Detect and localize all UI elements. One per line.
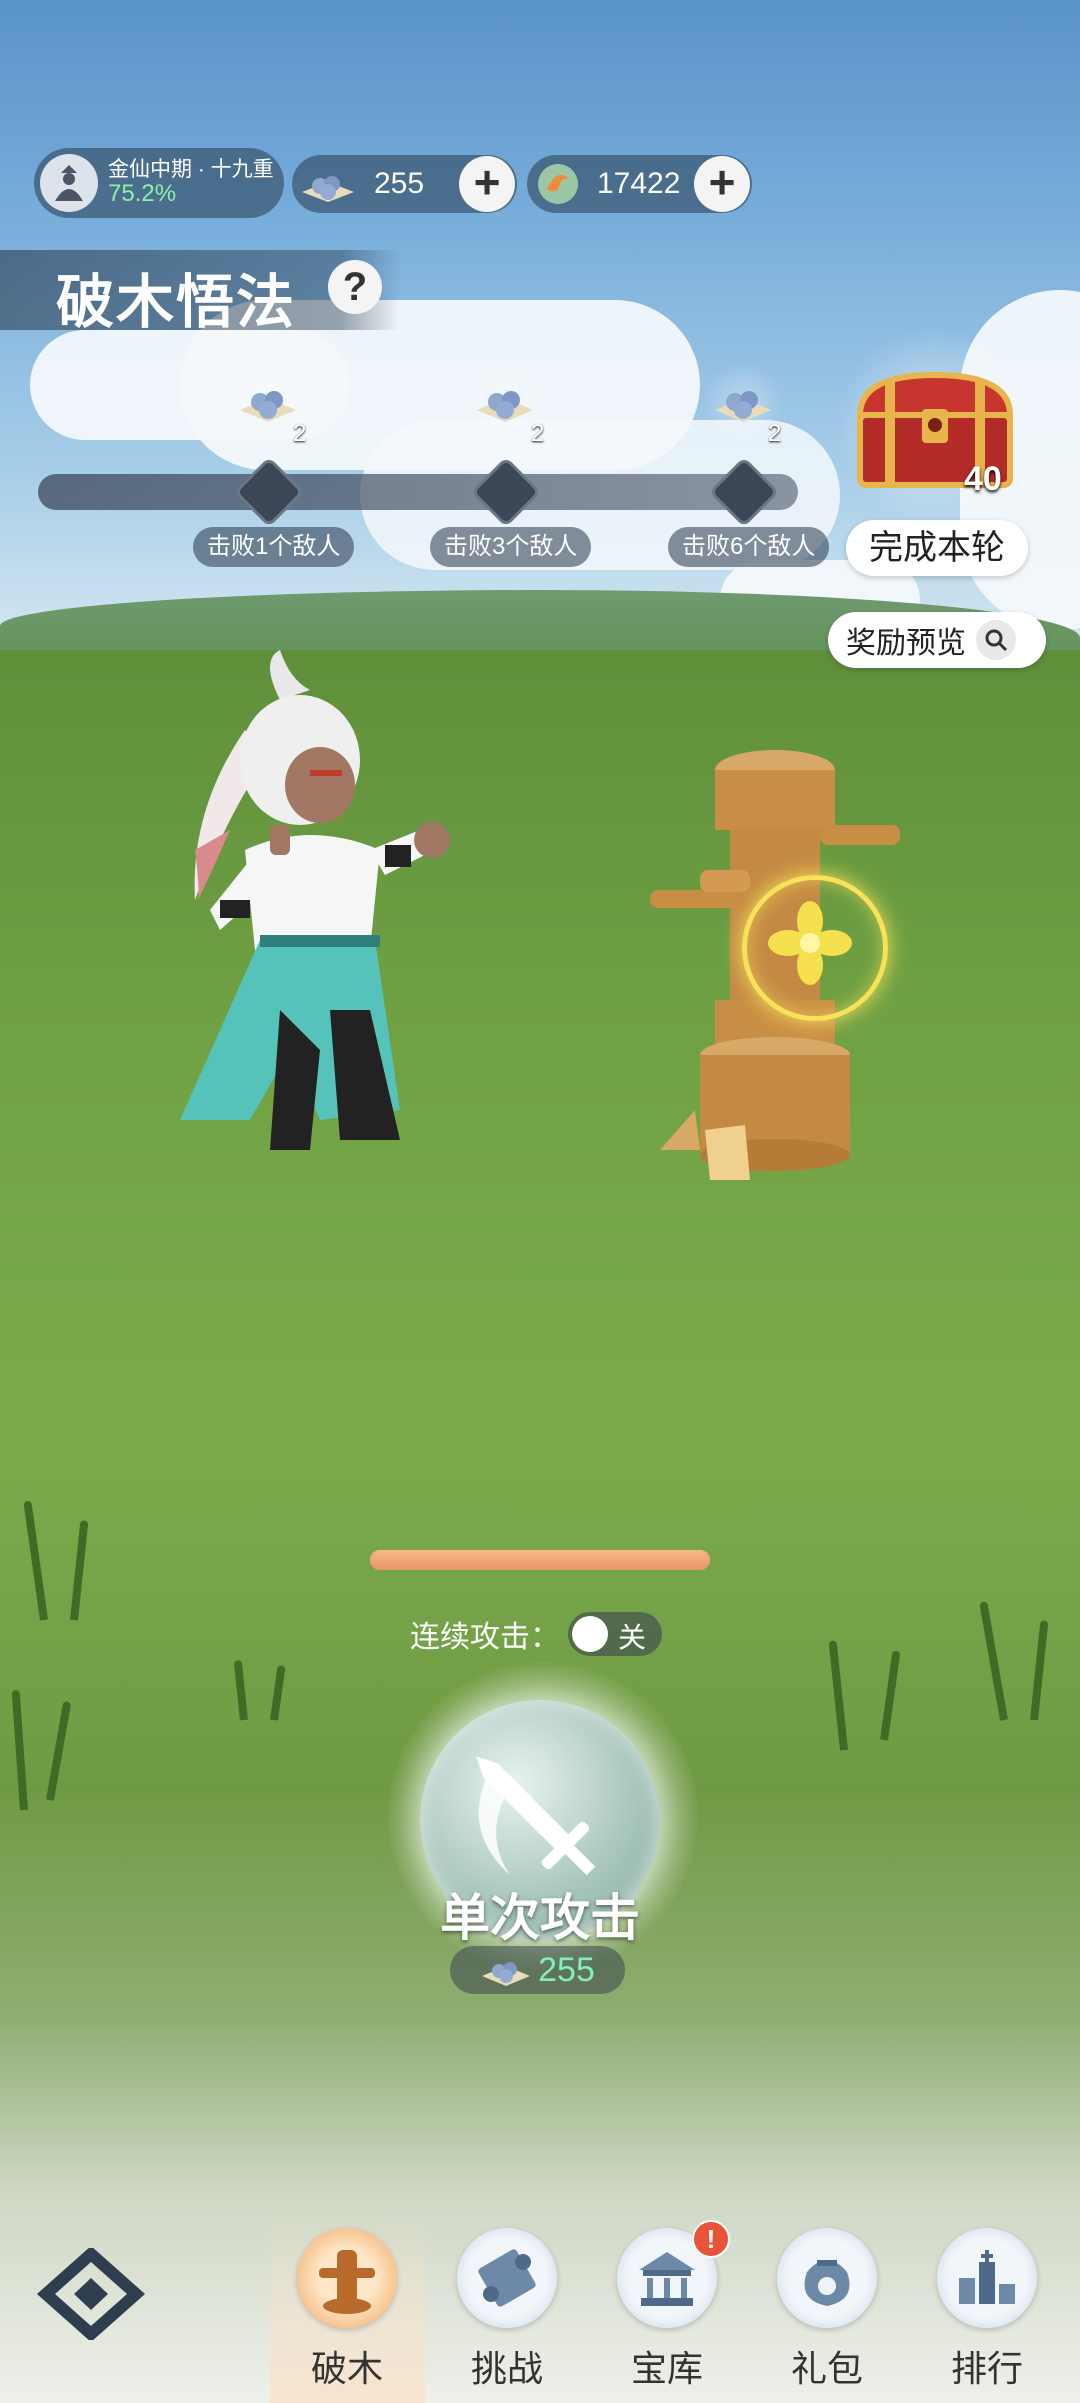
tab-label: 宝库 (630, 2348, 703, 2389)
target-hp-bar (370, 1550, 710, 1570)
player-character (180, 650, 450, 1150)
auto-attack-label: 连续攻击： (410, 1621, 560, 1654)
tab-label: 破木 (310, 2348, 383, 2389)
scroll-icon (457, 2228, 557, 2328)
spirit-coin-icon (538, 164, 578, 204)
auto-attack-row: 连续攻击： 关 (410, 1612, 662, 1656)
realm-status[interactable]: 金仙中期 · 十九重 75.2% (34, 148, 284, 218)
milestone-2-reward-count: 2 (531, 420, 545, 447)
milestone-3-label: 击败6个敌人 (668, 527, 830, 567)
add-spirit-coin-button[interactable]: + (694, 156, 750, 212)
page-title: 破木悟法 (56, 270, 297, 335)
milestone-1-reward-count: 2 (293, 420, 307, 447)
wooden-dummy-icon (297, 2228, 397, 2328)
toggle-knob (572, 1616, 608, 1652)
spirit-stone-amount: 255 (374, 167, 425, 200)
tab-treasury[interactable]: ! 宝库 (592, 2200, 742, 2403)
spirit-coin-amount: 17422 (597, 167, 681, 200)
tab-label: 挑战 (470, 2348, 543, 2389)
reward-preview-button[interactable]: 奖励预览 (828, 612, 1046, 668)
toggle-state: 关 (618, 1622, 647, 1653)
tab-gift[interactable]: 礼包 (752, 2200, 902, 2403)
reward-preview-label: 奖励预览 (846, 627, 966, 660)
search-icon (976, 620, 1016, 660)
ranking-icon (937, 2228, 1037, 2328)
complete-round-button[interactable]: 完成本轮 (846, 520, 1028, 576)
bottom-nav: 破木 挑战 ! 宝库 礼包 排行 (0, 2200, 1080, 2403)
auto-attack-toggle[interactable]: 关 (568, 1612, 662, 1656)
spirit-stone-icon (482, 1962, 531, 1986)
attack-cost: 255 (450, 1946, 625, 1994)
realm-name: 金仙中期 · 十九重 (108, 158, 274, 182)
tab-pomu[interactable]: 破木 (272, 2200, 422, 2403)
chest-count: 40 (964, 460, 1002, 498)
currency-spirit-stone: 255 + (292, 155, 517, 213)
tab-ranking[interactable]: 排行 (912, 2200, 1062, 2403)
notification-badge: ! (692, 2220, 730, 2258)
currency-spirit-coin: 17422 + (527, 155, 752, 213)
single-attack-label: 单次攻击 (440, 1890, 640, 1946)
add-spirit-stone-button[interactable]: + (459, 156, 515, 212)
spirit-stone-icon (302, 176, 354, 202)
tab-label: 排行 (950, 2348, 1023, 2389)
kill-progress-track (38, 474, 798, 510)
gift-bag-icon (777, 2228, 877, 2328)
help-button[interactable]: ? (328, 260, 382, 314)
milestone-2-label: 击败3个敌人 (430, 527, 592, 567)
cultivator-avatar-icon (40, 154, 98, 212)
milestone-1-label: 击败1个敌人 (193, 527, 355, 567)
tab-challenge[interactable]: 挑战 (432, 2200, 582, 2403)
attack-cost-value: 255 (538, 1950, 595, 1989)
target-lock-icon (742, 875, 888, 1021)
tab-label: 礼包 (790, 2348, 863, 2389)
grass-field (0, 650, 1080, 2403)
milestone-3-reward-count: 2 (768, 420, 782, 447)
realm-progress: 75.2% (108, 180, 177, 208)
